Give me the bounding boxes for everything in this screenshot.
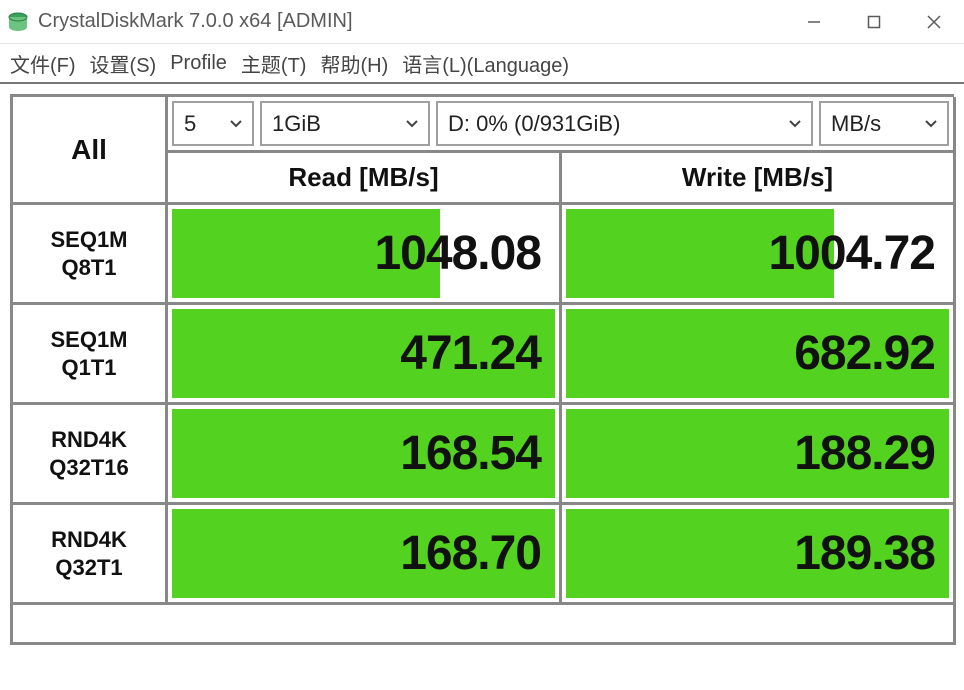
window-titlebar: CrystalDiskMark 7.0.0 x64 [ADMIN]: [0, 0, 964, 44]
read-value: 1048.08: [374, 209, 541, 298]
unit-value: MB/s: [831, 111, 881, 137]
unit-select[interactable]: MB/s: [819, 101, 949, 146]
passes-value: 5: [184, 111, 196, 137]
menu-language[interactable]: 语言(L)(Language): [402, 49, 569, 78]
menubar: 文件(F) 设置(S) Profile 主题(T) 帮助(H) 语言(L)(La…: [0, 44, 964, 84]
row-label-line2: Q8T1: [61, 254, 116, 282]
app-icon: [6, 10, 30, 34]
maximize-button[interactable]: [844, 0, 904, 43]
menu-settings[interactable]: 设置(S): [90, 49, 157, 78]
row-label-line1: RND4K: [51, 426, 127, 454]
read-value: 168.54: [400, 409, 541, 498]
passes-select[interactable]: 5: [172, 101, 254, 146]
write-value: 682.92: [794, 309, 935, 398]
window-title: CrystalDiskMark 7.0.0 x64 [ADMIN]: [38, 10, 784, 33]
read-value: 471.24: [400, 309, 541, 398]
write-result-seq1m-q1t1: 682.92: [562, 305, 956, 405]
test-button-rnd4k-q32t16[interactable]: RND4K Q32T16: [13, 405, 168, 505]
settings-row: 5 1GiB D: 0% (0/931GiB) MB/s: [168, 97, 956, 153]
close-button[interactable]: [904, 0, 964, 43]
row-label-line1: RND4K: [51, 526, 127, 554]
test-size-value: 1GiB: [272, 111, 321, 137]
test-button-seq1m-q8t1[interactable]: SEQ1M Q8T1: [13, 205, 168, 305]
chevron-down-icon: [789, 120, 801, 128]
read-result-rnd4k-q32t16: 168.54: [168, 405, 562, 505]
write-column-header: Write [MB/s]: [562, 153, 956, 205]
run-all-label: All: [71, 134, 107, 166]
drive-value: D: 0% (0/931GiB): [448, 111, 620, 137]
row-label-line1: SEQ1M: [50, 226, 127, 254]
menu-file[interactable]: 文件(F): [10, 49, 76, 78]
menu-profile[interactable]: Profile: [170, 52, 227, 75]
write-value: 1004.72: [768, 209, 935, 298]
write-header-label: Write [MB/s]: [682, 162, 833, 193]
menu-help[interactable]: 帮助(H): [320, 49, 388, 78]
chevron-down-icon: [230, 120, 242, 128]
row-label-line2: Q32T1: [55, 554, 122, 582]
read-result-seq1m-q8t1: 1048.08: [168, 205, 562, 305]
read-value: 168.70: [400, 509, 541, 598]
run-all-button[interactable]: All: [13, 97, 168, 205]
menu-theme[interactable]: 主题(T): [241, 49, 307, 78]
write-result-seq1m-q8t1: 1004.72: [562, 205, 956, 305]
chevron-down-icon: [406, 120, 418, 128]
test-button-seq1m-q1t1[interactable]: SEQ1M Q1T1: [13, 305, 168, 405]
window-controls: [784, 0, 964, 43]
write-value: 188.29: [794, 409, 935, 498]
write-result-rnd4k-q32t16: 188.29: [562, 405, 956, 505]
test-button-rnd4k-q32t1[interactable]: RND4K Q32T1: [13, 505, 168, 605]
minimize-button[interactable]: [784, 0, 844, 43]
write-result-rnd4k-q32t1: 189.38: [562, 505, 956, 605]
drive-select[interactable]: D: 0% (0/931GiB): [436, 101, 813, 146]
write-value: 189.38: [794, 509, 935, 598]
row-label-line1: SEQ1M: [50, 326, 127, 354]
read-result-seq1m-q1t1: 471.24: [168, 305, 562, 405]
read-column-header: Read [MB/s]: [168, 153, 562, 205]
row-label-line2: Q1T1: [61, 354, 116, 382]
test-size-select[interactable]: 1GiB: [260, 101, 430, 146]
content-area: All 5 1GiB D: 0% (0/931GiB) MB/s Read [M…: [0, 84, 964, 653]
read-header-label: Read [MB/s]: [288, 162, 438, 193]
row-label-line2: Q32T16: [49, 454, 129, 482]
read-result-rnd4k-q32t1: 168.70: [168, 505, 562, 605]
benchmark-grid: All 5 1GiB D: 0% (0/931GiB) MB/s Read [M…: [10, 94, 954, 645]
status-bar: [13, 605, 956, 645]
chevron-down-icon: [925, 120, 937, 128]
